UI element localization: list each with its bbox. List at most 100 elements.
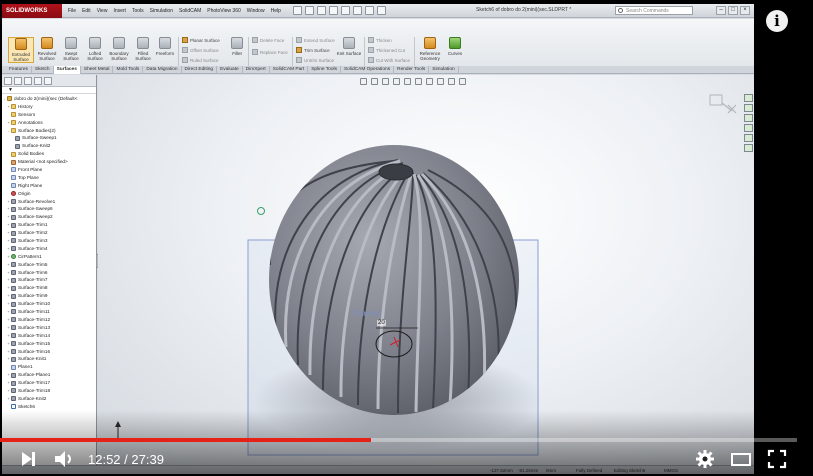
tree-item[interactable]: + History	[2, 103, 96, 111]
tab-spline-tools[interactable]: Spline Tools	[308, 66, 341, 74]
tree-item[interactable]: + Surface-Trim7	[2, 276, 96, 284]
rebuild-icon[interactable]	[364, 6, 374, 15]
menu-photoview[interactable]: PhotoView 360	[207, 8, 241, 14]
tree-item[interactable]: Origin	[2, 190, 96, 198]
tree-item[interactable]: Front Plane	[2, 166, 96, 174]
solidworks-logo[interactable]: SOLIDWORKS	[2, 4, 62, 18]
thicken-button[interactable]: Thicken	[368, 37, 392, 43]
tree-item[interactable]: + Surface-Trim13	[2, 324, 96, 332]
tree-item[interactable]: + Annotations	[2, 119, 96, 127]
fillet-button[interactable]: Fillet	[224, 37, 250, 56]
open-icon[interactable]	[304, 6, 314, 15]
tree-item[interactable]: + Surface-Trim16	[2, 348, 96, 356]
view-palette-icon[interactable]	[744, 124, 753, 132]
tree-item[interactable]: Plane1	[2, 363, 96, 371]
design-library-icon[interactable]	[744, 104, 753, 112]
select-icon[interactable]	[352, 6, 362, 15]
tree-item[interactable]: + Surface-Trim2	[2, 229, 96, 237]
untrim-surface-button[interactable]: Untrim Surface	[296, 57, 334, 63]
ruled-surface-button[interactable]: Ruled Surface	[182, 57, 219, 63]
menu-file[interactable]: File	[68, 8, 76, 14]
options-icon[interactable]	[376, 6, 386, 15]
tab-solidcam-operations[interactable]: SolidCAM Operations	[341, 66, 395, 74]
tree-item[interactable]: Surface-Knit2	[2, 142, 96, 150]
tree-item[interactable]: + Surface-Trim15	[2, 340, 96, 348]
tab-direct-editing[interactable]: Direct Editing	[182, 66, 218, 74]
tree-item[interactable]: Top Plane	[2, 174, 96, 182]
solidworks-resources-icon[interactable]	[744, 94, 753, 102]
custom-properties-icon[interactable]	[744, 144, 753, 152]
tree-item[interactable]: - dobro do 2(mini)(sec (Default<	[2, 95, 96, 103]
next-icon[interactable]	[18, 448, 38, 470]
lofted-surface-button[interactable]: Lofted Surface	[82, 37, 108, 61]
tree-item[interactable]: Right Plane	[2, 182, 96, 190]
tree-item[interactable]: + Surface-Sweep2	[2, 213, 96, 221]
menu-tools[interactable]: Tools	[132, 8, 144, 14]
trim-surface-button[interactable]: Trim Surface	[296, 47, 330, 53]
tree-item[interactable]: + Surface-Trim17	[2, 379, 96, 387]
tree-item[interactable]: Sensors	[2, 111, 96, 119]
tree-item[interactable]: - Surface Bodies(2)	[2, 127, 96, 135]
tab-sketch[interactable]: Sketch	[32, 66, 54, 74]
planar-surface-button[interactable]: Planar Surface	[182, 37, 220, 43]
menu-window[interactable]: Window	[247, 8, 265, 14]
menu-solidcam[interactable]: SolidCAM	[179, 8, 201, 14]
settings-gear-icon[interactable]	[694, 448, 716, 470]
graphics-area[interactable]: Plane1 20	[98, 75, 754, 465]
menu-help[interactable]: Help	[271, 8, 281, 14]
delete-face-button[interactable]: Delete Face	[252, 37, 284, 43]
tab-solidcam-part[interactable]: SolidCAM Part	[270, 66, 309, 74]
tab-dimxpert[interactable]: DimXpert	[243, 66, 270, 74]
extruded-surface-button[interactable]: Extruded Surface	[8, 37, 34, 63]
configurationmanager-tab-icon[interactable]	[24, 77, 32, 85]
tree-item[interactable]: + Surface-Trim6	[2, 269, 96, 277]
new-icon[interactable]	[292, 6, 302, 15]
revolved-surface-button[interactable]: Revolved Surface	[34, 37, 60, 61]
tree-item[interactable]: + Surface-Trim14	[2, 332, 96, 340]
extend-surface-button[interactable]: Extend Surface	[296, 37, 335, 43]
tree-item[interactable]: + Surface-Trim10	[2, 300, 96, 308]
menu-view[interactable]: View	[97, 8, 108, 14]
tab-data-migration[interactable]: Data Migration	[143, 66, 182, 74]
curves-button[interactable]: Curves	[442, 37, 468, 56]
maximize-icon[interactable]: □	[728, 6, 738, 15]
file-explorer-icon[interactable]	[744, 114, 753, 122]
tree-item[interactable]: + Surface-Trim18	[2, 387, 96, 395]
tree-item[interactable]: Material <not specified>	[2, 158, 96, 166]
tab-mold-tools[interactable]: Mold Tools	[113, 66, 144, 74]
menu-edit[interactable]: Edit	[82, 8, 91, 14]
tree-item[interactable]: + CirPattern1	[2, 253, 96, 261]
propertymanager-tab-icon[interactable]	[14, 77, 22, 85]
tree-filter[interactable]: ▼	[2, 87, 96, 94]
boundary-surface-button[interactable]: Boundary Surface	[106, 37, 132, 61]
dimxpert-tab-icon[interactable]	[34, 77, 42, 85]
tab-evaluate[interactable]: Evaluate	[217, 66, 243, 74]
progress-bar[interactable]	[0, 438, 797, 442]
thickened-cut-button[interactable]: Thickened Cut	[368, 47, 405, 53]
tab-render-tools[interactable]: Render Tools	[394, 66, 430, 74]
tree-item[interactable]: + Surface-Knit1	[2, 355, 96, 363]
save-icon[interactable]	[316, 6, 326, 15]
tree-item[interactable]: + Surface-Trim12	[2, 316, 96, 324]
tree-item[interactable]: + Surface-Trim9	[2, 292, 96, 300]
theater-mode-icon[interactable]	[730, 448, 752, 470]
swept-surface-button[interactable]: Swept Surface	[58, 37, 84, 61]
fullscreen-icon[interactable]	[766, 448, 788, 470]
tab-features[interactable]: Features	[6, 66, 32, 74]
tab-sheet-metal[interactable]: Sheet Metal	[81, 66, 114, 74]
tree-item[interactable]: + Surface-Plane1	[2, 371, 96, 379]
close-icon[interactable]: ×	[740, 6, 750, 15]
tree-item[interactable]: + Surface-Knit2	[2, 395, 96, 403]
search-commands-input[interactable]: Search Commands	[615, 6, 693, 15]
tree-item[interactable]: + Surface-Trim1	[2, 221, 96, 229]
knit-surface-button[interactable]: Knit Surface	[336, 37, 362, 56]
print-icon[interactable]	[328, 6, 338, 15]
volume-icon[interactable]	[52, 448, 76, 470]
tree-item[interactable]: + Surface-Sweep6	[2, 205, 96, 213]
display-manager-tab-icon[interactable]	[44, 77, 52, 85]
appearances-icon[interactable]	[744, 134, 753, 142]
tree-item[interactable]: Solid Bodies	[2, 150, 96, 158]
minimize-icon[interactable]: –	[716, 6, 726, 15]
menu-simulation[interactable]: Simulation	[150, 8, 173, 14]
offset-surface-button[interactable]: Offset Surface	[182, 47, 219, 53]
